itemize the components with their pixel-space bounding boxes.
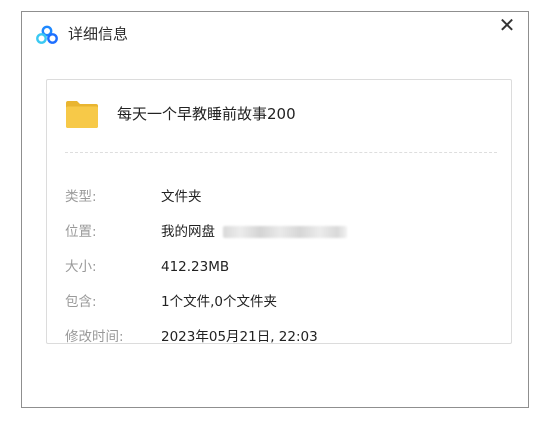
- detail-row-type: 类型: 文件夹: [65, 187, 495, 207]
- close-button[interactable]: ✕: [496, 14, 518, 36]
- details-card: 每天一个早教睡前故事200 类型: 文件夹 位置: 我的网盘 大小: 412.2…: [46, 79, 512, 347]
- divider: [65, 152, 497, 153]
- size-label: 大小:: [65, 259, 97, 275]
- type-label: 类型:: [65, 189, 97, 205]
- contains-label: 包含:: [65, 294, 97, 310]
- details-dialog: 详细信息 ✕ 每天一个早教睡前故事200 类型: 文件夹 位置: 我的网盘 大小…: [21, 11, 529, 408]
- location-value[interactable]: 我的网盘: [161, 222, 215, 242]
- title-bar: 详细信息 ✕: [22, 12, 528, 56]
- location-label: 位置:: [65, 224, 97, 240]
- detail-row-contains: 包含: 1个文件,0个文件夹: [65, 292, 495, 312]
- file-name: 每天一个早教睡前故事200: [117, 105, 296, 123]
- detail-row-location: 位置: 我的网盘: [65, 222, 495, 242]
- size-value: 412.23MB: [161, 259, 230, 275]
- detail-row-modified: 修改时间: 2023年05月21日, 22:03: [65, 327, 495, 347]
- type-value: 文件夹: [161, 189, 202, 205]
- folder-icon: [65, 99, 99, 129]
- detail-row-size: 大小: 412.23MB: [65, 257, 495, 277]
- contains-value: 1个文件,0个文件夹: [161, 294, 277, 310]
- modified-value: 2023年05月21日, 22:03: [161, 329, 318, 345]
- redacted-path: [223, 226, 347, 238]
- close-icon: ✕: [498, 13, 516, 37]
- modified-label: 修改时间:: [65, 329, 124, 345]
- cloud-logo-icon: [36, 25, 58, 45]
- dialog-title: 详细信息: [68, 25, 129, 43]
